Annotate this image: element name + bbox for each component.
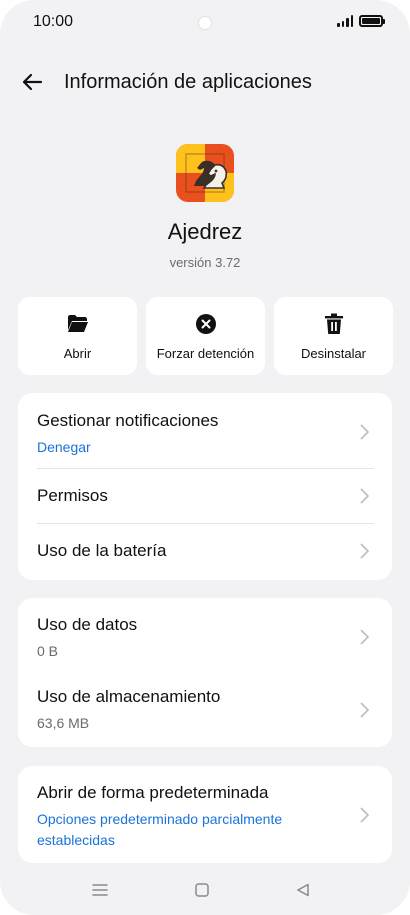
home-button[interactable] [192,880,212,900]
page-title: Información de aplicaciones [64,71,312,93]
open-button[interactable]: Abrir [18,297,137,375]
phone-screen: 10:00 Información de aplicaciones Ajedre… [0,0,410,915]
force-stop-button-label: Forzar detención [156,346,255,361]
back-nav-button[interactable] [293,880,313,900]
uninstall-button-label: Desinstalar [300,346,367,361]
system-nav-bar [0,868,410,915]
battery-tip [383,19,385,24]
open-by-default-title: Abrir de forma predeterminada [37,783,269,802]
data-usage-value: 0 B [37,643,59,659]
front-camera [198,16,212,30]
data-usage-title: Uso de datos [37,615,138,634]
app-icon [176,144,234,202]
app-name: Ajedrez [167,219,243,244]
manage-notifications-value: Denegar [37,439,91,455]
status-time: 10:00 [33,13,74,30]
battery-usage-title: Uso de la batería [37,541,167,560]
storage-usage-row[interactable]: Uso de almacenamiento 63,6 MB [18,673,392,747]
triangle-back-icon [297,883,309,897]
recents-button[interactable] [90,880,110,900]
uninstall-button[interactable]: Desinstalar [274,297,393,375]
chevron-right-icon [360,543,370,559]
settings-card-usage: Uso de datos 0 B Uso de almacenamiento 6… [18,598,392,747]
signal-icon [337,15,353,27]
manage-notifications-title: Gestionar notificaciones [37,411,219,430]
storage-usage-value: 63,6 MB [37,715,90,731]
open-by-default-value-line2: establecidas [37,832,115,848]
app-version: versión 3.72 [169,255,241,270]
chevron-right-icon [360,807,370,823]
arrow-left-icon [22,73,43,91]
settings-card-general: Gestionar notificaciones Denegar Permiso… [18,393,392,580]
manage-notifications-row[interactable]: Gestionar notificaciones Denegar [18,393,392,468]
open-by-default-value-line1: Opciones predeterminado parcialmente [37,811,283,827]
chevron-right-icon [360,424,370,440]
stop-circle-icon [195,314,216,334]
battery-usage-row[interactable]: Uso de la batería [18,524,392,580]
storage-usage-title: Uso de almacenamiento [37,687,221,706]
folder-open-icon [67,315,88,332]
data-usage-row[interactable]: Uso de datos 0 B [18,598,392,673]
permissions-row[interactable]: Permisos [18,469,392,523]
trash-icon [324,313,343,334]
chevron-right-icon [360,629,370,645]
open-by-default-row[interactable]: Abrir de forma predeterminada Opciones p… [18,766,392,863]
chevron-right-icon [360,488,370,504]
settings-card-defaults: Abrir de forma predeterminada Opciones p… [18,766,392,863]
chevron-right-icon [360,702,370,718]
battery-icon [359,15,383,27]
back-button[interactable] [18,68,46,96]
status-bar: 10:00 [0,0,410,46]
square-icon [195,883,209,897]
menu-icon [92,884,108,896]
open-button-label: Abrir [63,346,92,361]
force-stop-button[interactable]: Forzar detención [146,297,265,375]
permissions-title: Permisos [37,486,108,505]
